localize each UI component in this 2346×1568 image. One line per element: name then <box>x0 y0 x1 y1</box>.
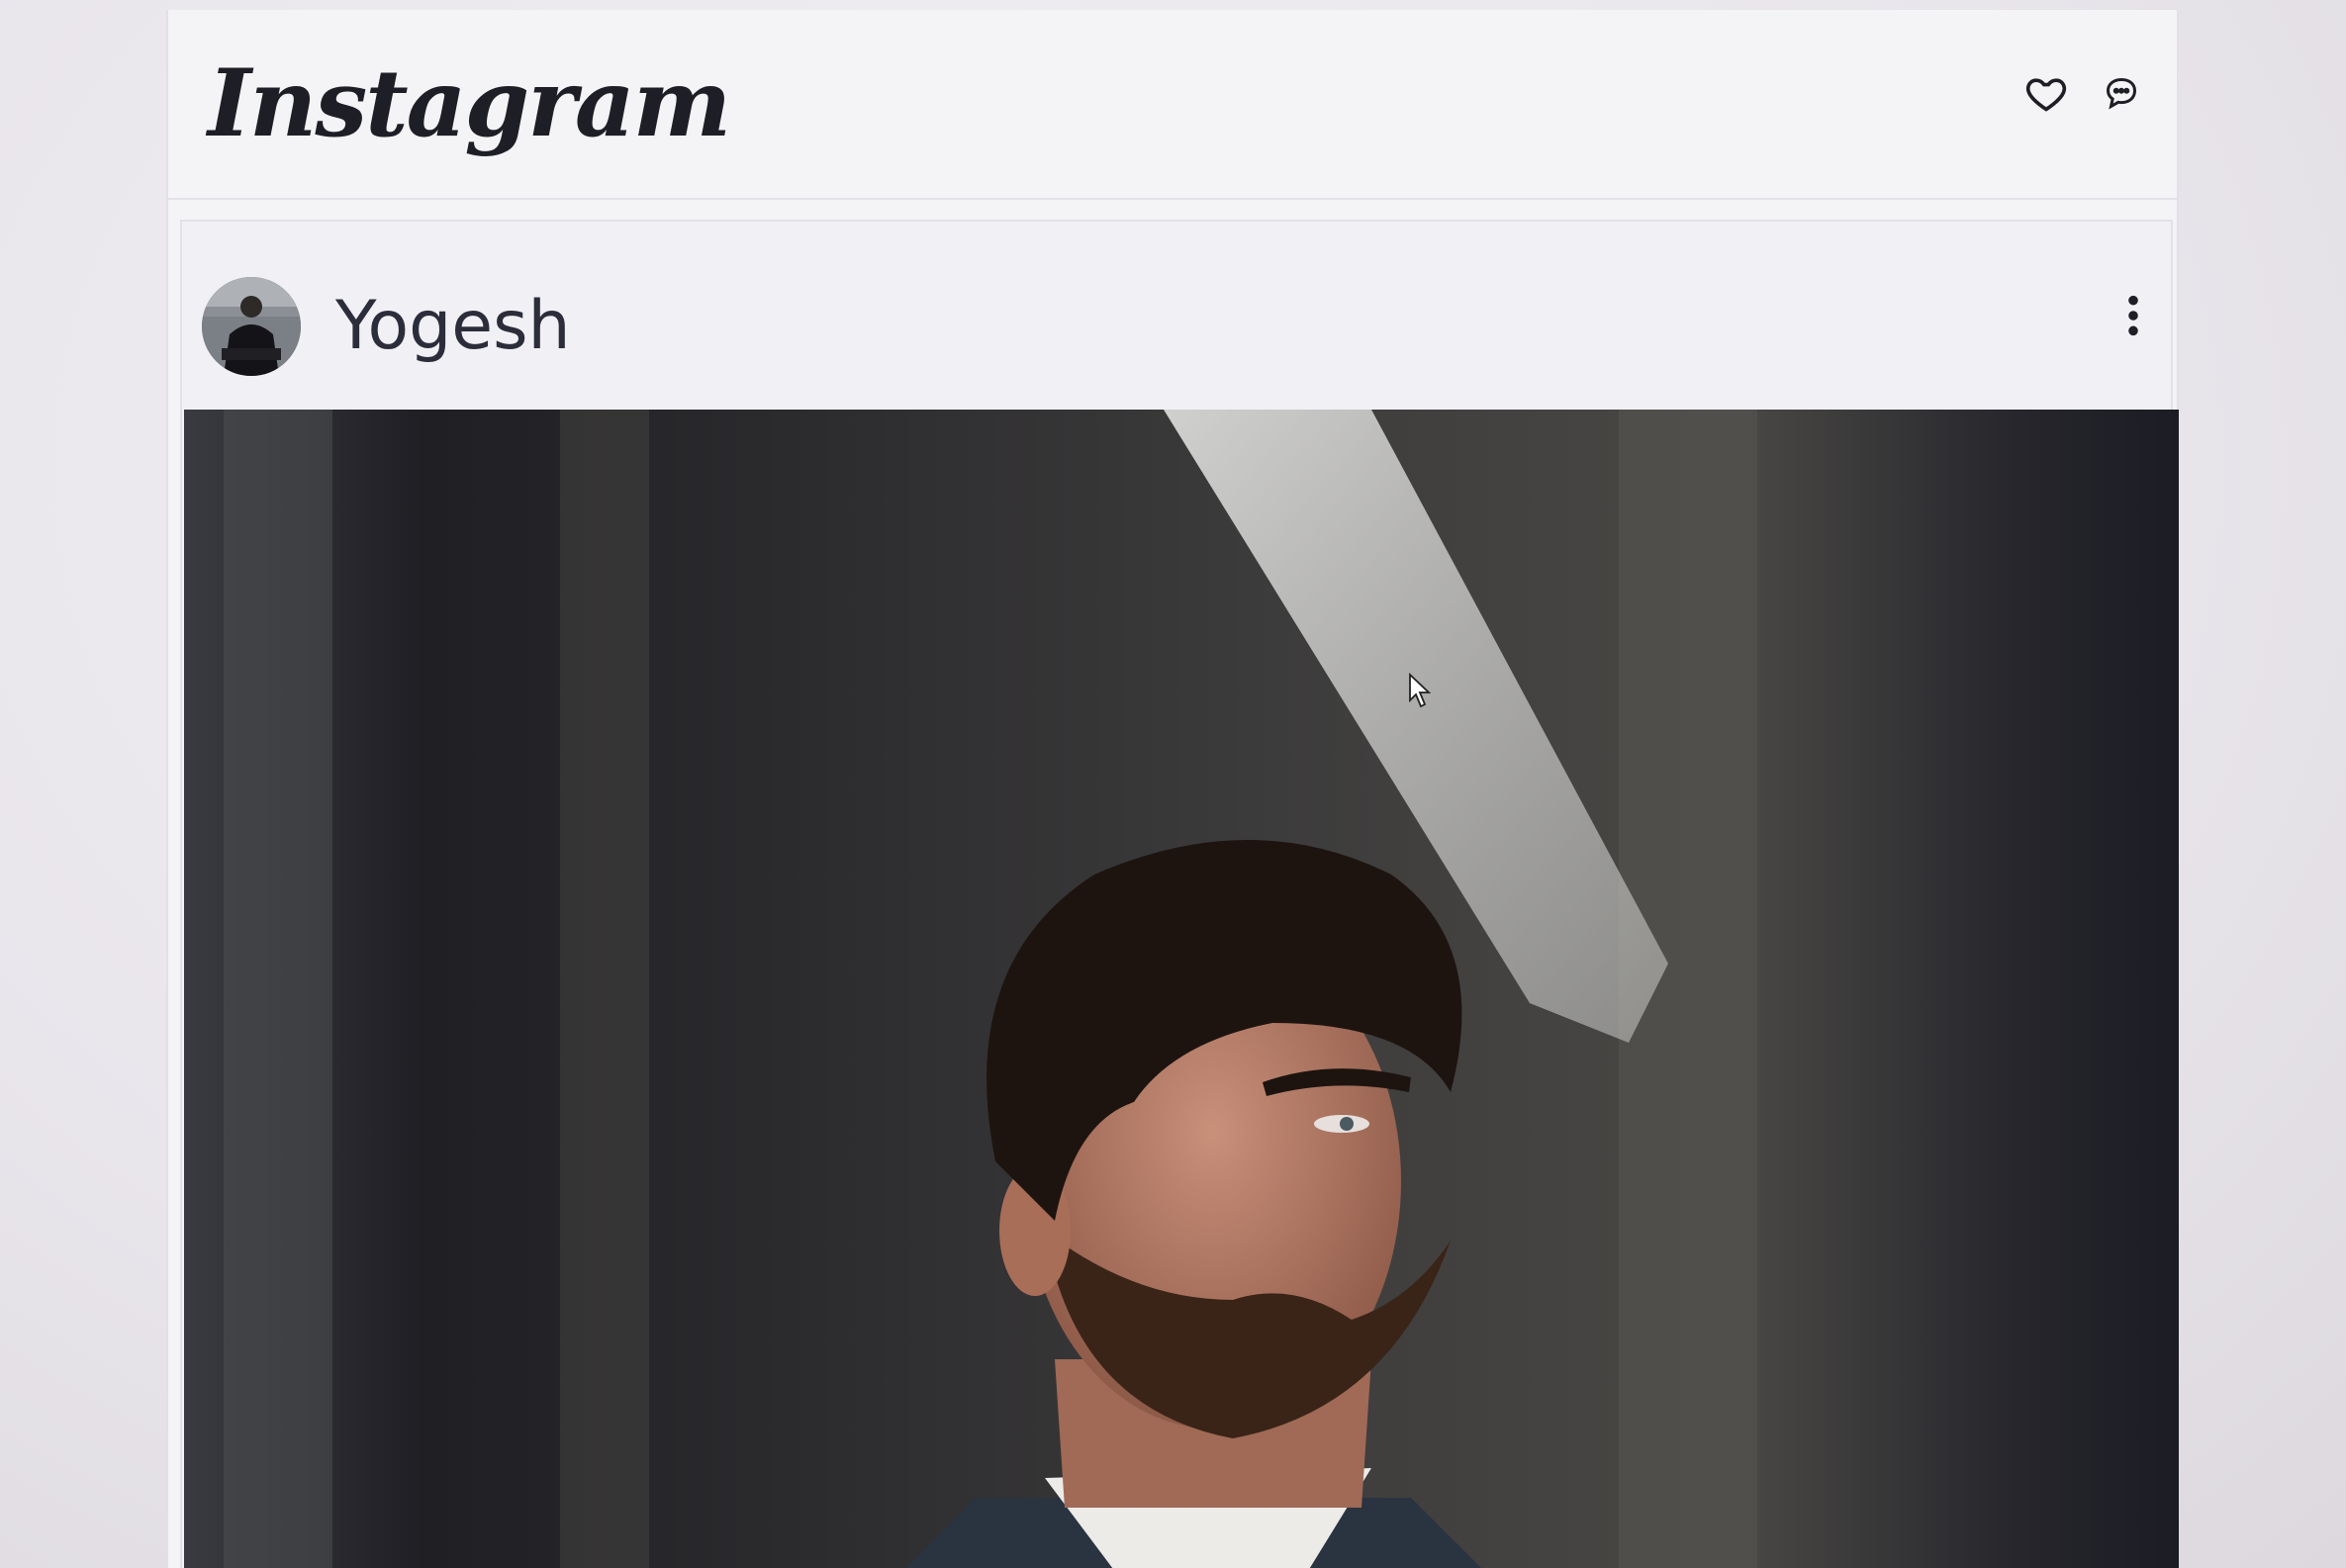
post-photo[interactable] <box>184 410 2179 1568</box>
chat-bubble-icon[interactable] <box>2104 75 2139 111</box>
instagram-logo[interactable]: Instagram <box>208 49 731 158</box>
vertical-dots-icon[interactable] <box>2121 293 2145 338</box>
screen-viewport: Instagram Yogesh <box>0 0 2346 1568</box>
post-header: Yogesh <box>182 222 2171 400</box>
avatar[interactable] <box>202 277 301 376</box>
mouse-cursor-icon <box>1408 672 1432 708</box>
post-username[interactable]: Yogesh <box>335 287 571 365</box>
post-card: Yogesh <box>180 220 2179 1568</box>
instagram-app: Instagram Yogesh <box>166 10 2179 1568</box>
app-header: Instagram <box>168 10 2177 200</box>
heart-icon[interactable] <box>2024 71 2068 115</box>
